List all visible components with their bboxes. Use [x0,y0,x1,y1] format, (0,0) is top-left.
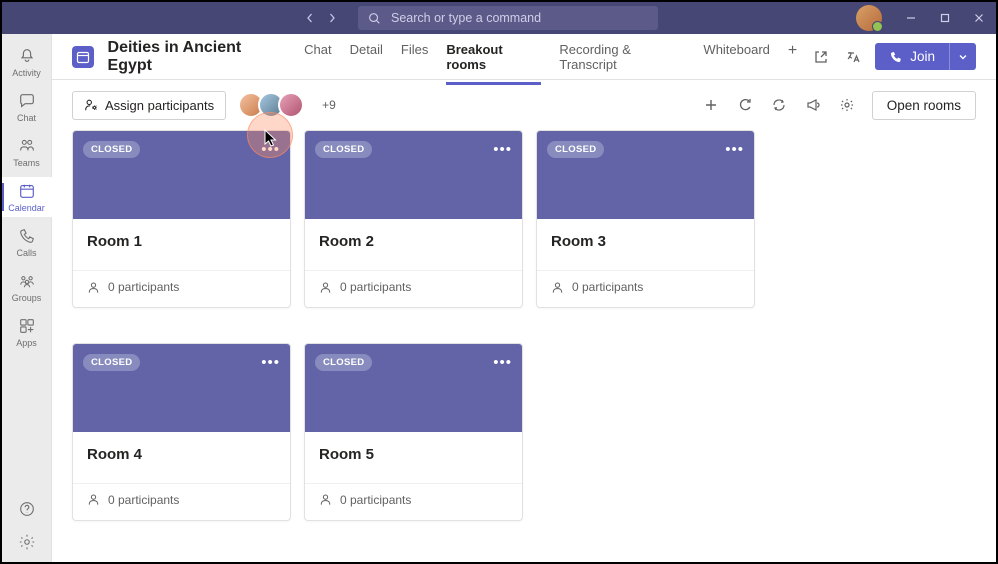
meeting-tabs: Chat Detail Files Breakout rooms Recordi… [304,29,797,85]
person-icon [319,281,332,294]
rail-calls[interactable]: Calls [2,222,52,262]
calendar-icon [17,181,37,201]
room-more-icon[interactable]: ••• [493,141,512,158]
rail-groups[interactable]: Groups [2,267,52,307]
bell-icon [17,46,37,66]
search-icon [368,12,381,25]
room-more-icon[interactable]: ••• [261,141,280,158]
room-header: CLOSED ••• [305,131,522,219]
teams-icon [17,136,37,156]
assign-participants-button[interactable]: Assign participants [72,91,226,120]
room-participant-count: 0 participants [73,483,290,520]
person-settings-icon [84,98,98,112]
user-avatar[interactable] [856,5,882,31]
room-card[interactable]: CLOSED ••• Room 1 0 participants [72,130,291,308]
room-status-badge: CLOSED [83,141,140,158]
search-placeholder: Search or type a command [391,11,541,25]
room-more-icon[interactable]: ••• [261,354,280,371]
room-status-badge: CLOSED [547,141,604,158]
room-settings-icon[interactable] [838,96,856,114]
apps-icon [17,316,37,336]
room-name: Room 1 [87,233,276,250]
room-card[interactable]: CLOSED ••• Room 5 0 participants [304,343,523,521]
groups-icon [17,271,37,291]
gear-icon [17,532,37,552]
rail-calendar[interactable]: Calendar [2,177,52,217]
rail-settings[interactable] [2,528,52,556]
translate-icon[interactable] [843,47,863,67]
breakout-toolbar: Assign participants +9 Open rooms [52,80,996,130]
room-more-icon[interactable]: ••• [493,354,512,371]
person-icon [87,493,100,506]
rail-chat[interactable]: Chat [2,87,52,127]
room-header: CLOSED ••• [305,344,522,432]
room-more-icon[interactable]: ••• [725,141,744,158]
meeting-title: Deities in Ancient Egypt [108,39,287,75]
tab-detail[interactable]: Detail [350,29,383,85]
room-header: CLOSED ••• [537,131,754,219]
room-name: Room 2 [319,233,508,250]
rooms-grid: CLOSED ••• Room 1 0 participants CLOSED ••• Ro… [52,130,996,562]
person-icon [551,281,564,294]
room-header: CLOSED ••• [73,344,290,432]
search-input[interactable]: Search or type a command [358,6,658,30]
help-icon [17,499,37,519]
tab-chat[interactable]: Chat [304,29,331,85]
phone-icon [889,50,903,64]
participant-avatars[interactable] [238,92,304,118]
room-participant-count: 0 participants [305,483,522,520]
room-participant-count: 0 participants [537,270,754,307]
room-participant-count: 0 participants [305,270,522,307]
open-rooms-button[interactable]: Open rooms [872,91,976,120]
avatar-overflow[interactable]: +9 [322,98,336,112]
rail-help[interactable] [2,495,52,523]
announcement-icon[interactable] [804,96,822,114]
room-card[interactable]: CLOSED ••• Room 4 0 participants [72,343,291,521]
tab-breakout-rooms[interactable]: Breakout rooms [446,29,541,85]
person-icon [87,281,100,294]
calendar-badge-icon [72,46,94,68]
tab-whiteboard[interactable]: Whiteboard [703,29,769,85]
rail-apps[interactable]: Apps [2,312,52,352]
room-status-badge: CLOSED [315,141,372,158]
room-status-badge: CLOSED [315,354,372,371]
room-status-badge: CLOSED [83,354,140,371]
room-card[interactable]: CLOSED ••• Room 3 0 participants [536,130,755,308]
room-header: CLOSED ••• [73,131,290,219]
tab-recording[interactable]: Recording & Transcript [559,29,685,85]
room-name: Room 3 [551,233,740,250]
nav-forward-icon[interactable] [324,10,340,26]
person-icon [319,493,332,506]
tab-add[interactable]: + [788,29,797,85]
meeting-header: Deities in Ancient Egypt Chat Detail Fil… [52,34,996,80]
delete-rooms-icon[interactable] [770,96,788,114]
room-name: Room 4 [87,446,276,463]
join-dropdown[interactable] [949,43,976,70]
maximize-button[interactable] [928,2,962,34]
minimize-button[interactable] [894,2,928,34]
room-card[interactable]: CLOSED ••• Room 2 0 participants [304,130,523,308]
rail-teams[interactable]: Teams [2,132,52,172]
tab-files[interactable]: Files [401,29,428,85]
close-button[interactable] [962,2,996,34]
add-room-icon[interactable] [702,96,720,114]
avatar [278,92,304,118]
nav-back-icon[interactable] [302,10,318,26]
recreate-rooms-icon[interactable] [736,96,754,114]
room-participant-count: 0 participants [73,270,290,307]
chat-icon [17,91,37,111]
rail-activity[interactable]: Activity [2,42,52,82]
phone-icon [17,226,37,246]
left-rail: Activity Chat Teams Calendar Calls Group… [2,34,52,562]
join-button[interactable]: Join [875,43,949,70]
room-name: Room 5 [319,446,508,463]
popout-icon[interactable] [811,47,831,67]
